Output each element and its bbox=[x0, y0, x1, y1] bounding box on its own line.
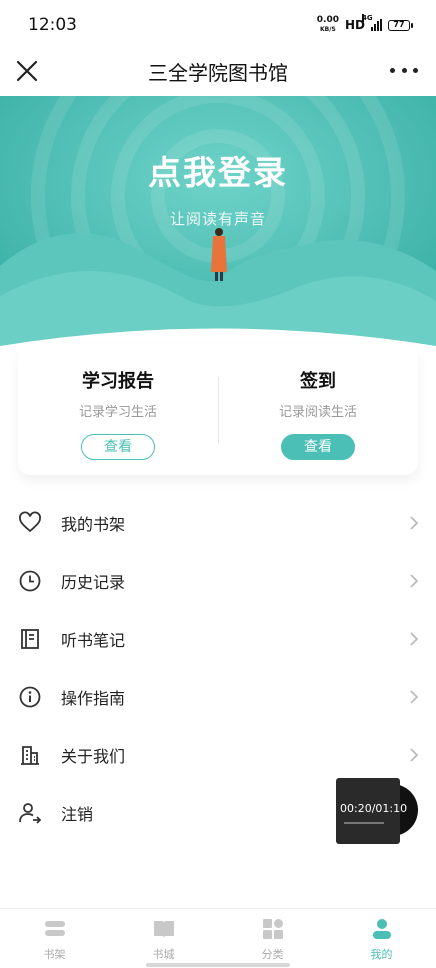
status-bar: 12:03 0.00 KB/S HD 4G 77 bbox=[0, 0, 436, 46]
feature-cards: 学习报告 记录学习生活 查看 签到 记录阅读生活 查看 bbox=[18, 345, 418, 475]
clock-icon bbox=[19, 570, 41, 592]
check-in-title: 签到 bbox=[300, 371, 336, 392]
battery-icon: 77 bbox=[388, 19, 413, 31]
study-report-desc: 记录学习生活 bbox=[78, 405, 157, 420]
study-report-view-button[interactable]: 查看 bbox=[81, 434, 155, 460]
tab-label: 书架 bbox=[43, 948, 66, 961]
user-logout-icon bbox=[19, 803, 42, 824]
building-icon bbox=[21, 746, 39, 765]
menu-item-label: 听书笔记 bbox=[61, 631, 126, 650]
login-title[interactable]: 点我登录 bbox=[0, 146, 436, 194]
bookshelf-icon bbox=[44, 921, 65, 936]
login-subtitle: 让阅读有声音 bbox=[169, 210, 266, 228]
heart-icon bbox=[19, 511, 41, 533]
network-speed: 0.00 KB/S bbox=[317, 16, 339, 34]
tab-label: 我的 bbox=[370, 948, 393, 961]
status-indicators: 0.00 KB/S HD 4G 77 bbox=[317, 14, 413, 34]
tab-label: 书城 bbox=[152, 948, 175, 961]
check-in-card: 签到 记录阅读生活 查看 bbox=[218, 345, 418, 475]
menu-item-notes[interactable]: 听书笔记 bbox=[0, 610, 436, 668]
check-in-desc: 记录阅读生活 bbox=[278, 405, 357, 420]
chevron-right-icon bbox=[410, 748, 419, 762]
menu-item-about[interactable]: 关于我们 bbox=[0, 726, 436, 784]
chevron-right-icon bbox=[410, 516, 419, 530]
menu-item-label: 操作指南 bbox=[61, 689, 126, 708]
more-icon[interactable] bbox=[390, 58, 418, 82]
home-indicator bbox=[146, 963, 290, 967]
user-icon bbox=[372, 919, 391, 939]
chevron-right-icon bbox=[410, 574, 419, 588]
notebook-icon bbox=[21, 629, 39, 649]
menu-item-guide[interactable]: 操作指南 bbox=[0, 668, 436, 726]
menu-item-history[interactable]: 历史记录 bbox=[0, 552, 436, 610]
chevron-right-icon bbox=[410, 632, 419, 646]
menu-item-label: 注销 bbox=[61, 805, 94, 824]
tab-category[interactable]: 分类 bbox=[218, 909, 327, 968]
page-title: 三全学院图书馆 bbox=[148, 61, 288, 85]
study-report-card: 学习报告 记录学习生活 查看 bbox=[18, 345, 218, 475]
tab-bookstore[interactable]: 书城 bbox=[109, 909, 218, 968]
cover-text-line bbox=[344, 822, 384, 824]
status-time: 12:03 bbox=[28, 15, 77, 35]
tab-bookshelf[interactable]: 书架 bbox=[0, 909, 109, 968]
category-icon bbox=[262, 919, 283, 939]
chevron-right-icon bbox=[410, 690, 419, 704]
nav-bar: 三全学院图书馆 bbox=[0, 46, 436, 96]
network-type: 4G bbox=[362, 14, 373, 22]
bottom-tab-bar: 书架 书城 分类 我的 bbox=[0, 908, 436, 968]
login-banner[interactable]: 点我登录 让阅读有声音 bbox=[0, 96, 436, 366]
signal-icon: 4G bbox=[362, 14, 382, 31]
menu-item-label: 我的书架 bbox=[61, 515, 126, 534]
floating-audio-player[interactable]: 00:20/01:10 bbox=[336, 778, 420, 844]
banner-illustration bbox=[0, 96, 436, 366]
book-icon bbox=[153, 921, 174, 938]
menu-item-bookshelf[interactable]: 我的书架 bbox=[0, 494, 436, 552]
network-speed-value: 0.00 bbox=[316, 15, 339, 25]
tab-mine[interactable]: 我的 bbox=[327, 909, 436, 968]
player-time: 00:20/01:10 bbox=[340, 802, 408, 815]
menu-item-label: 关于我们 bbox=[61, 747, 126, 766]
info-icon bbox=[19, 686, 41, 708]
tab-label: 分类 bbox=[261, 948, 284, 961]
menu-item-label: 历史记录 bbox=[61, 573, 126, 592]
study-report-title: 学习报告 bbox=[82, 371, 154, 392]
network-speed-unit: KB/S bbox=[320, 26, 336, 33]
check-in-view-button[interactable]: 查看 bbox=[281, 434, 355, 460]
